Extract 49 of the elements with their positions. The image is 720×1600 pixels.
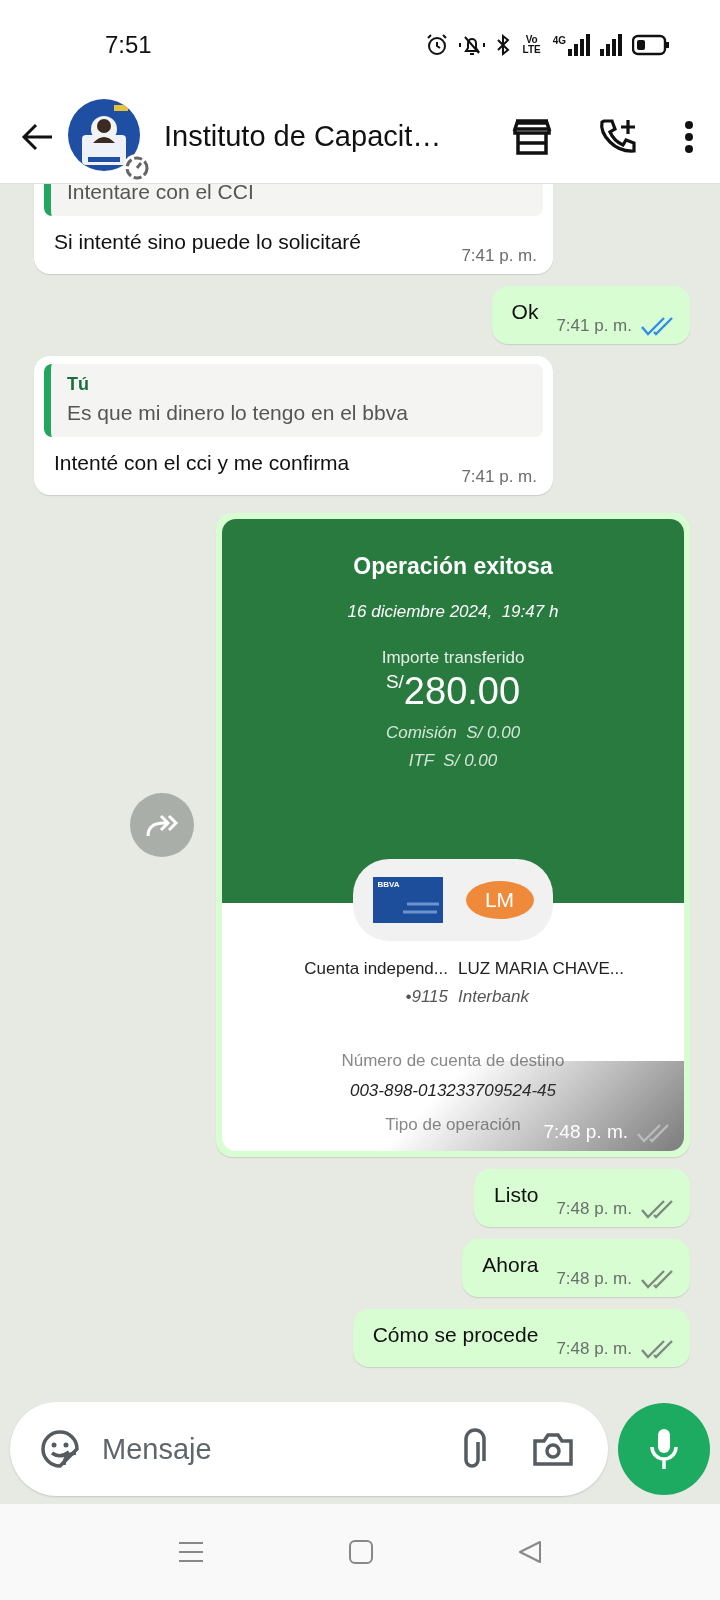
chat-title[interactable]: Instituto de Capacit… <box>164 120 498 153</box>
quote-text: Es que mi dinero lo tengo en el bbva <box>67 401 409 425</box>
amount-label: Importe transferido <box>381 648 525 668</box>
recents-icon[interactable] <box>178 1541 204 1563</box>
quoted-message[interactable]: Tú Es que mi dinero lo tengo en el bbva <box>44 364 543 437</box>
volte-label: Vo LTE <box>521 35 542 55</box>
receipt-title: Operación exitosa <box>353 553 553 580</box>
source-account-number: •9115 <box>404 987 448 1007</box>
source-account-name: Cuenta independ... <box>303 959 448 979</box>
message-text: Ok <box>511 300 539 325</box>
message-text: Intenté con el cci y me confirma <box>54 451 350 476</box>
message-time: 7:48 p. m. <box>543 1121 628 1143</box>
bluetooth-icon <box>494 33 511 57</box>
recipient-bank: Interbank <box>458 987 531 1007</box>
back-icon[interactable] <box>518 1540 542 1564</box>
microphone-icon[interactable] <box>649 1427 679 1471</box>
message-text: Si intenté sino puede lo solicitaré <box>54 230 362 255</box>
message-time: 7:48 p. m. <box>556 1339 632 1359</box>
message-field[interactable]: Mensaje <box>100 1431 440 1467</box>
receipt-date: 16 diciembre 2024, 19:47 h <box>347 602 559 622</box>
quote-text: Intentare con el CCI <box>67 184 255 204</box>
battery-icon <box>632 34 670 56</box>
stripe-icon <box>400 901 441 915</box>
fee-text: ITF S/ 0.00 <box>408 751 498 771</box>
message-text: Cómo se procede <box>372 1323 539 1348</box>
network-label: 4G <box>552 35 566 46</box>
quote-author: Tú <box>67 374 90 395</box>
message-time: 7:41 p. m. <box>556 316 632 336</box>
status-time: 7:51 <box>105 31 152 59</box>
fee-text: Comisión S/ 0.00 <box>385 723 521 743</box>
message-time: 7:41 p. m. <box>461 246 537 266</box>
message-text: Ahora <box>482 1253 539 1278</box>
sticker-icon[interactable] <box>40 1429 80 1469</box>
account-number: 003-898-013233709524-45 <box>349 1081 557 1101</box>
initials-avatar: LM <box>465 881 534 919</box>
message-time: 7:48 p. m. <box>556 1269 632 1289</box>
home-icon[interactable] <box>349 1540 373 1564</box>
account-label: Número de cuenta de destino <box>341 1051 565 1071</box>
signal-icon <box>598 34 624 56</box>
message-time: 7:41 p. m. <box>461 467 537 487</box>
message-time: 7:48 p. m. <box>556 1199 632 1219</box>
recipient-name: LUZ MARIA CHAVE... <box>458 959 625 979</box>
camera-icon[interactable] <box>532 1431 574 1467</box>
message-text: Listo <box>494 1183 539 1208</box>
operation-type-label: Tipo de operación <box>385 1115 521 1135</box>
quoted-message[interactable]: Intentare con el CCI <box>44 184 543 216</box>
amount-text: $^{S/}$280.00 <box>385 670 521 713</box>
signal-icon <box>568 34 590 56</box>
bank-logo: BBVA <box>377 880 400 889</box>
